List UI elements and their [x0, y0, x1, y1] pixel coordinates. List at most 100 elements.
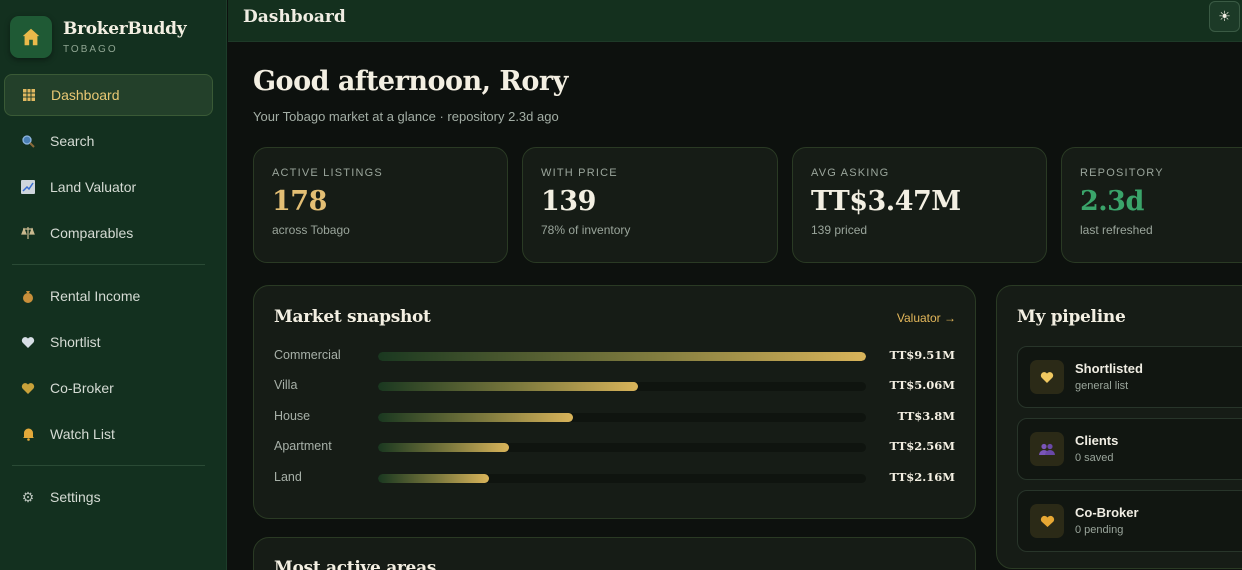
sun-icon: ☀ — [1218, 8, 1231, 24]
greeting-subtitle: Your Tobago market at a glance · reposit… — [253, 109, 559, 124]
pipeline-item-title: Clients — [1075, 433, 1119, 448]
sidebar-item-search[interactable]: Search — [4, 120, 213, 162]
theme-toggle-button[interactable]: ☀ — [1209, 1, 1240, 32]
pipeline-item-sub: general list — [1075, 380, 1129, 392]
bar-fill — [378, 382, 638, 391]
stat-card-active-listings: ACTIVE LISTINGS 178 across Tobago — [253, 147, 508, 263]
sidebar-item-dashboard[interactable]: Dashboard — [4, 74, 213, 116]
sidebar-item-shortlist[interactable]: Shortlist — [4, 321, 213, 363]
greeting-heading: Good afternoon, Rory — [253, 66, 568, 97]
sidebar-item-label: Rental Income — [50, 288, 141, 304]
sidebar-item-watch-list[interactable]: Watch List — [4, 413, 213, 455]
valuator-link[interactable]: Valuator → — [897, 311, 956, 325]
nav-divider — [12, 264, 205, 265]
balance-scale-icon — [20, 225, 36, 241]
bar-track — [378, 443, 866, 452]
card-title: Most active areas — [274, 558, 437, 570]
market-snapshot-card: Market snapshot Valuator → Commercial TT… — [253, 285, 976, 519]
bar-row: Villa TT$5.06M — [274, 378, 955, 394]
stat-card-with-price: WITH PRICE 139 78% of inventory — [522, 147, 778, 263]
pipeline-item-shortlisted[interactable]: Shortlisted general list — [1017, 346, 1242, 408]
stat-value: TT$3.47M — [811, 186, 961, 217]
stat-value: 178 — [272, 186, 327, 217]
sidebar-item-label: Shortlist — [50, 334, 101, 350]
sidebar-item-label: Comparables — [50, 225, 134, 241]
pipeline-item-sub: 0 pending — [1075, 524, 1124, 536]
handshake-icon — [20, 380, 36, 396]
bar-row: Apartment TT$2.56M — [274, 439, 955, 455]
nav-divider — [12, 465, 205, 466]
dashboard-grid-icon — [21, 87, 37, 103]
bell-icon — [20, 426, 36, 442]
bar-row: Commercial TT$9.51M — [274, 348, 955, 364]
sidebar-item-land-valuator[interactable]: Land Valuator — [4, 166, 213, 208]
people-icon — [1030, 432, 1064, 466]
bar-row: Land TT$2.16M — [274, 470, 955, 486]
bar-label: Villa — [274, 378, 298, 392]
sidebar-nav: Dashboard Search Land Valuator Comparabl… — [0, 74, 227, 522]
bar-value: TT$5.06M — [889, 378, 955, 392]
sidebar-item-label: Search — [50, 133, 95, 149]
sidebar-item-rental-income[interactable]: Rental Income — [4, 275, 213, 317]
heart-icon — [20, 334, 36, 350]
house-logo-icon — [10, 15, 52, 58]
bar-fill — [378, 352, 866, 361]
brand-region: TOBAGO — [63, 43, 118, 55]
magnifier-icon — [20, 133, 36, 149]
stat-card-avg-asking: AVG ASKING TT$3.47M 139 priced — [792, 147, 1047, 263]
stat-card-repository: REPOSITORY 2.3d last refreshed — [1061, 147, 1242, 263]
sidebar-item-comparables[interactable]: Comparables — [4, 212, 213, 254]
pipeline-card: My pipeline Shortlisted general list Cli… — [996, 285, 1242, 569]
heart-icon — [1030, 360, 1064, 394]
bar-label: Commercial — [274, 348, 341, 362]
pipeline-item-clients[interactable]: Clients 0 saved — [1017, 418, 1242, 480]
sidebar-item-label: Land Valuator — [50, 179, 137, 195]
stat-label: ACTIVE LISTINGS — [272, 167, 383, 179]
brand: BrokerBuddy TOBAGO — [0, 0, 226, 62]
bar-track — [378, 413, 866, 422]
sidebar-item-settings[interactable]: ⚙ Settings — [4, 476, 213, 518]
sidebar-item-label: Co-Broker — [50, 380, 114, 396]
sidebar: BrokerBuddy TOBAGO Dashboard Search Land… — [0, 0, 227, 570]
bar-label: Apartment — [274, 439, 332, 453]
bar-track — [378, 382, 866, 391]
most-active-areas-card: Most active areas — [253, 537, 976, 570]
stat-sub: 139 priced — [811, 223, 868, 237]
stat-label: WITH PRICE — [541, 167, 618, 179]
bar-fill — [378, 413, 573, 422]
gear-icon: ⚙ — [21, 488, 35, 505]
sidebar-item-label: Settings — [50, 489, 101, 505]
stat-value: 139 — [541, 186, 596, 217]
sidebar-item-label: Watch List — [50, 426, 115, 442]
pipeline-item-co-broker[interactable]: Co-Broker 0 pending — [1017, 490, 1242, 552]
stat-sub: across Tobago — [272, 223, 350, 237]
bar-label: House — [274, 409, 311, 423]
brand-name: BrokerBuddy — [63, 18, 187, 39]
stat-label: REPOSITORY — [1080, 167, 1164, 179]
stat-sub: 78% of inventory — [541, 223, 631, 237]
bar-value: TT$2.16M — [889, 470, 955, 484]
bar-fill — [378, 443, 510, 452]
chart-trend-icon — [20, 179, 36, 195]
pipeline-item-sub: 0 saved — [1075, 452, 1114, 464]
bar-track — [378, 474, 866, 483]
card-title: Market snapshot — [274, 307, 431, 327]
stat-value: 2.3d — [1080, 186, 1144, 217]
bar-value: TT$3.8M — [897, 409, 955, 423]
stat-label: AVG ASKING — [811, 167, 890, 179]
money-bag-icon — [20, 288, 36, 304]
top-bar: Dashboard ☀ — [228, 0, 1242, 42]
bar-fill — [378, 474, 489, 483]
bar-value: TT$9.51M — [889, 348, 955, 362]
card-title: My pipeline — [1017, 307, 1126, 327]
sidebar-item-co-broker[interactable]: Co-Broker — [4, 367, 213, 409]
handshake-icon — [1030, 504, 1064, 538]
stat-sub: last refreshed — [1080, 223, 1153, 237]
bar-label: Land — [274, 470, 302, 484]
bar-track — [378, 352, 866, 361]
sidebar-item-label: Dashboard — [51, 87, 120, 103]
pipeline-item-title: Co-Broker — [1075, 505, 1139, 520]
pipeline-item-title: Shortlisted — [1075, 361, 1143, 376]
bar-value: TT$2.56M — [889, 439, 955, 453]
page-title: Dashboard — [243, 7, 346, 27]
